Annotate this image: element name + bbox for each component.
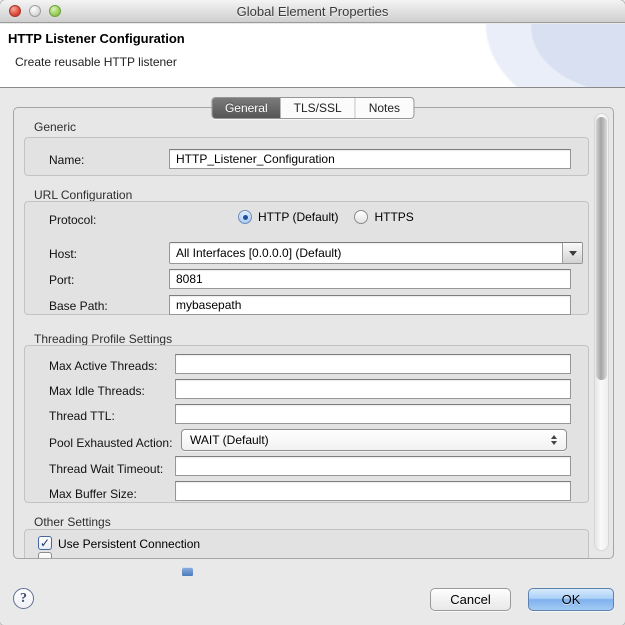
pool-exhausted-action-select[interactable]: WAIT (Default) (181, 429, 567, 451)
protocol-label: Protocol: (49, 213, 96, 227)
title-bar[interactable]: Global Element Properties (0, 0, 625, 23)
tab-tls-ssl[interactable]: TLS/SSL (281, 98, 355, 118)
use-persistent-connection-checkbox[interactable]: ✓ (38, 536, 52, 550)
port-input[interactable] (169, 269, 571, 289)
base-path-input[interactable] (169, 295, 571, 315)
tab-general[interactable]: General (212, 98, 281, 118)
thread-wait-timeout-input[interactable] (175, 456, 571, 476)
tab-bar: General TLS/SSL Notes (211, 97, 414, 119)
section-threading-label: Threading Profile Settings (34, 332, 172, 346)
max-active-threads-label: Max Active Threads: (49, 359, 158, 373)
max-buffer-size-input[interactable] (175, 481, 571, 501)
max-idle-threads-input[interactable] (175, 379, 571, 399)
max-idle-threads-label: Max Idle Threads: (49, 384, 145, 398)
clipped-checkbox[interactable] (38, 552, 52, 559)
clipped-decoration-icon (182, 567, 193, 576)
ok-button[interactable]: OK (528, 588, 614, 611)
name-label: Name: (49, 153, 84, 167)
general-tab-panel: Generic Name: URL Configuration Protocol… (13, 107, 614, 559)
dialog-title: HTTP Listener Configuration (8, 31, 185, 46)
vertical-scrollbar-track[interactable] (594, 113, 609, 551)
max-buffer-size-label: Max Buffer Size: (49, 487, 137, 501)
pool-exhausted-action-value: WAIT (Default) (182, 433, 551, 447)
use-persistent-connection-label[interactable]: Use Persistent Connection (58, 537, 200, 551)
section-other-label: Other Settings (34, 515, 111, 529)
thread-ttl-label: Thread TTL: (49, 409, 115, 423)
cancel-button[interactable]: Cancel (430, 588, 511, 611)
base-path-label: Base Path: (49, 299, 108, 313)
section-generic-label: Generic (34, 120, 76, 134)
protocol-radio-group: HTTP (Default) HTTPS (238, 210, 424, 224)
radio-http-icon[interactable] (238, 210, 252, 224)
section-url-label: URL Configuration (34, 188, 132, 202)
stepper-arrows-icon (551, 435, 557, 445)
radio-https-label[interactable]: HTTPS (374, 210, 413, 224)
chevron-down-icon (569, 251, 577, 256)
host-value: All Interfaces [0.0.0.0] (Default) (170, 246, 562, 260)
host-dropdown-button[interactable] (562, 243, 582, 263)
radio-http-label[interactable]: HTTP (Default) (258, 210, 338, 224)
radio-https-icon[interactable] (354, 210, 368, 224)
max-active-threads-input[interactable] (175, 354, 571, 374)
host-combobox[interactable]: All Interfaces [0.0.0.0] (Default) (169, 242, 583, 264)
name-input[interactable] (169, 149, 571, 169)
dialog-subtitle: Create reusable HTTP listener (15, 55, 177, 69)
port-label: Port: (49, 273, 74, 287)
help-button[interactable]: ? (13, 588, 34, 609)
vertical-scrollbar-thumb[interactable] (596, 117, 607, 380)
window-title: Global Element Properties (0, 4, 625, 19)
thread-wait-timeout-label: Thread Wait Timeout: (49, 462, 163, 476)
tab-notes[interactable]: Notes (355, 98, 413, 118)
global-element-properties-dialog: Global Element Properties HTTP Listener … (0, 0, 625, 625)
host-label: Host: (49, 247, 77, 261)
thread-ttl-input[interactable] (175, 404, 571, 424)
pool-exhausted-action-label: Pool Exhausted Action: (49, 436, 172, 450)
dialog-header-banner: HTTP Listener Configuration Create reusa… (0, 24, 625, 88)
